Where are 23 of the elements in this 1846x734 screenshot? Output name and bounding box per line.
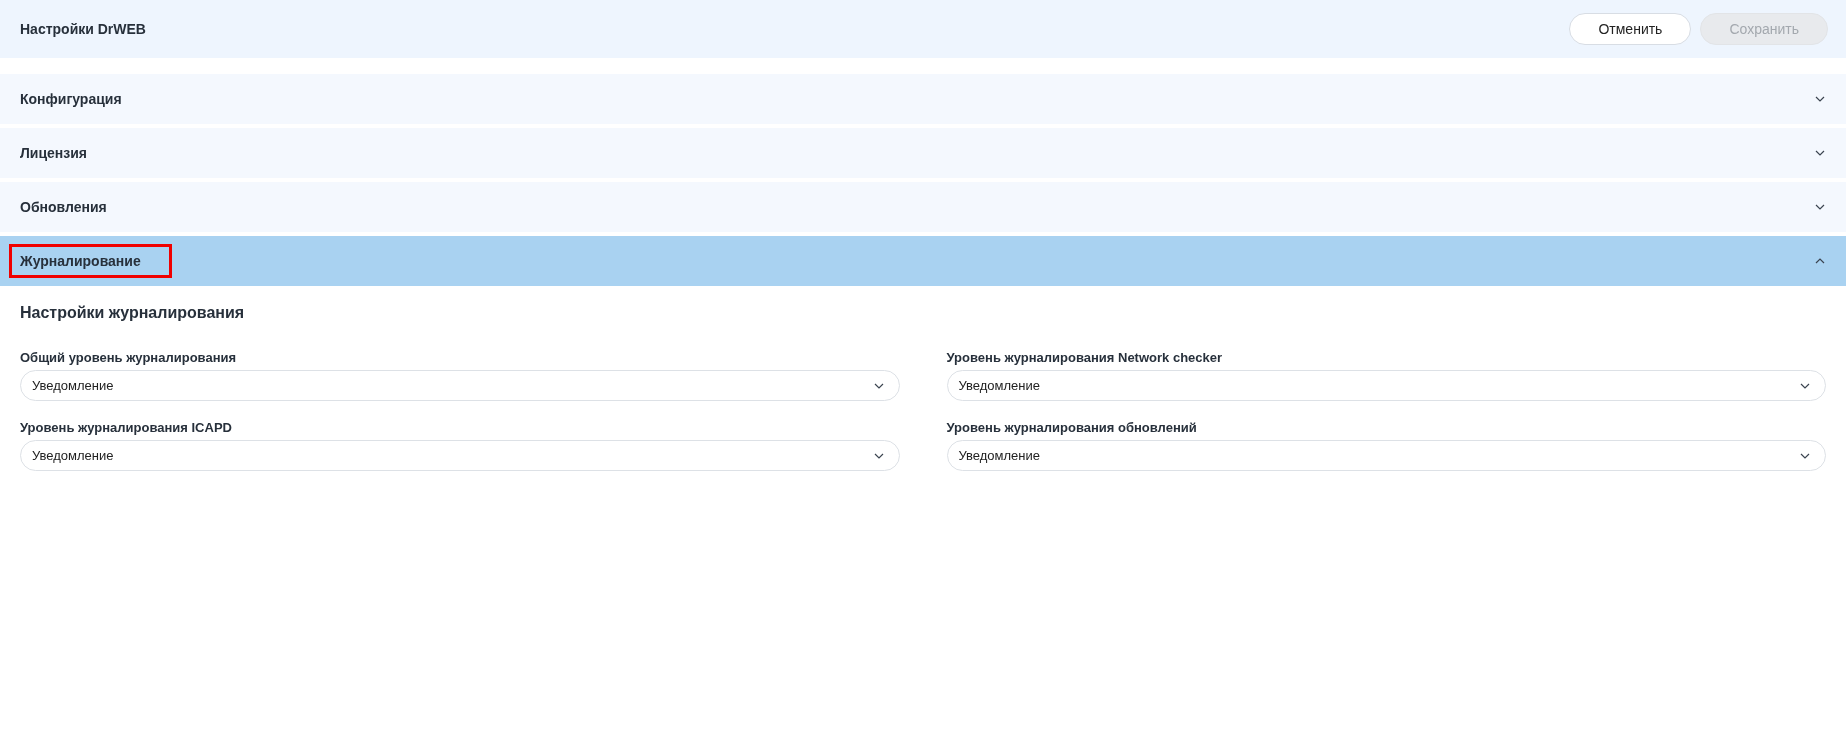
- highlighted-section-title: Журналирование: [9, 244, 172, 278]
- section-heading: Настройки журналирования: [20, 304, 246, 322]
- page-title: Настройки DrWEB: [20, 21, 147, 37]
- accordion-header[interactable]: Лицензия: [0, 128, 1846, 178]
- chevron-up-icon: [1814, 257, 1826, 265]
- section-title: Лицензия: [19, 144, 88, 163]
- accordion-header[interactable]: Журналирование: [0, 236, 1846, 286]
- field-label: Уровень журналирования обновлений: [946, 420, 1198, 435]
- cancel-button[interactable]: Отменить: [1569, 13, 1692, 45]
- chevron-down-icon: [872, 451, 885, 460]
- chevron-down-icon: [872, 381, 885, 390]
- accordion-header[interactable]: Конфигурация: [0, 74, 1846, 124]
- chevron-down-icon: [1814, 203, 1826, 211]
- chevron-down-icon: [1799, 451, 1811, 460]
- chevron-down-icon: [1814, 149, 1826, 157]
- field-label: Уровень журналирования Network checker: [946, 350, 1224, 365]
- accordion-header[interactable]: Обновления: [0, 182, 1846, 232]
- section-title: Конфигурация: [19, 90, 123, 109]
- section-title: Обновления: [19, 198, 108, 217]
- chevron-down-icon: [1799, 381, 1811, 390]
- chevron-down-icon: [1814, 95, 1826, 103]
- field-label: Общий уровень журналирования: [20, 350, 238, 365]
- field-label: Уровень журналирования ICAPD: [20, 420, 233, 435]
